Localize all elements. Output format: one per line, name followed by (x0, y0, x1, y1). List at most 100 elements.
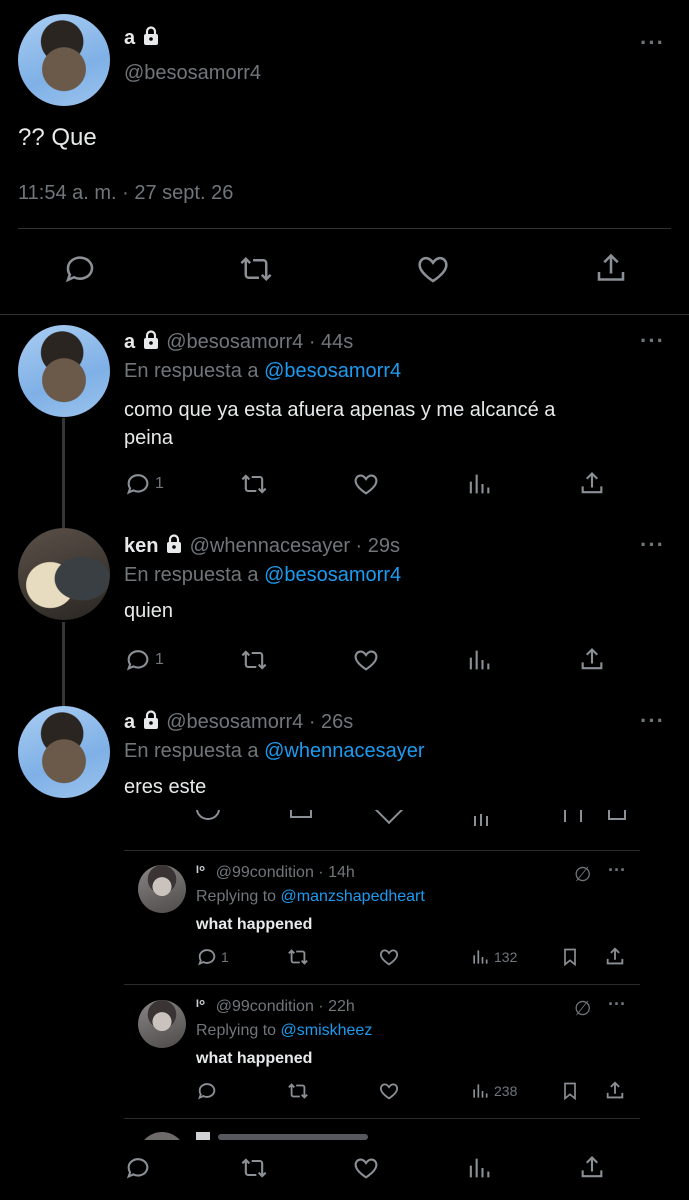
more-options-icon[interactable]: ··· (640, 534, 665, 556)
author-handle[interactable]: @besosamorr4 (166, 331, 303, 353)
embedded-header: ᴵ° @99condition · 14h (196, 864, 355, 882)
divider (124, 850, 640, 851)
avatar[interactable] (18, 14, 110, 106)
lock-icon (143, 26, 158, 45)
more-options-icon[interactable]: ··· (640, 710, 665, 732)
main-author-name[interactable]: a (124, 26, 161, 50)
reply-button[interactable]: 1 (124, 470, 164, 498)
divider (0, 314, 689, 315)
embedded-action-bar: 1 132 (124, 946, 640, 970)
author-handle[interactable]: @besosamorr4 (166, 711, 303, 733)
cropped-action-row (124, 810, 640, 826)
reply-to-link[interactable]: @besosamorr4 (264, 360, 401, 382)
embedded-header: ᴵ° @99condition · 22h (196, 998, 355, 1016)
reply-context: En respuesta a @whennacesayer (124, 740, 424, 763)
reply-header: a @besosamorr4 · 44s (124, 330, 353, 354)
bar-chart-icon (469, 650, 490, 670)
reply-context: En respuesta a @besosamorr4 (124, 360, 401, 383)
reply-text: eres este (124, 776, 207, 798)
share-button[interactable] (593, 251, 629, 287)
share-icon (581, 648, 603, 670)
reply-to-link[interactable]: @besosamorr4 (264, 564, 401, 586)
reply-count: 1 (155, 475, 164, 492)
retweet-icon (240, 257, 272, 281)
author-name[interactable]: a (124, 711, 135, 733)
embedded-handle: @99condition (215, 998, 314, 1015)
avatar (138, 865, 186, 913)
heart-icon (378, 1080, 400, 1102)
reply-icon (126, 474, 149, 495)
author-handle[interactable]: @besosamorr4 (124, 62, 261, 85)
grok-icon: ∅ (574, 998, 592, 1020)
bookmark-icon (560, 946, 580, 968)
reply-icon: 1 (196, 946, 229, 968)
tweet-timestamp: 11:54 a. m. · 27 sept. 26 (18, 182, 234, 204)
bookmark-icon (560, 1080, 580, 1102)
reply-header: a @besosamorr4 · 26s (124, 710, 353, 734)
share-icon (581, 1156, 603, 1178)
more-options-icon: ··· (608, 860, 626, 880)
heart-icon (354, 474, 378, 495)
view-count: 132 (494, 949, 518, 965)
views-button[interactable] (465, 646, 493, 674)
reply-action-bar (0, 1154, 689, 1184)
reply-action-bar: 1 (0, 470, 689, 500)
author-handle[interactable]: @whennacesayer (190, 535, 350, 557)
author-name[interactable]: ken (124, 535, 158, 557)
embedded-time: · 14h (318, 864, 355, 881)
retweet-icon (286, 1080, 310, 1102)
retweet-button[interactable] (237, 251, 275, 287)
reply-text: como que ya esta afuera apenas y me alca… (124, 396, 555, 452)
reply-time: · 26s (308, 711, 354, 733)
avatar[interactable] (18, 325, 110, 417)
lock-icon (167, 534, 182, 553)
reply-button[interactable] (124, 1154, 152, 1182)
like-button[interactable] (414, 251, 452, 287)
author-name[interactable]: a (124, 27, 135, 49)
retweet-button[interactable] (238, 646, 270, 674)
share-icon (581, 472, 603, 494)
reply-icon (65, 256, 94, 283)
embedded-action-bar: 238 (124, 1080, 640, 1104)
divider (124, 1118, 640, 1119)
embedded-screenshot: ᴵ° @99condition · 14h ∅ ··· Replying to … (124, 810, 640, 1140)
like-button[interactable] (351, 646, 381, 674)
retweet-icon (286, 946, 310, 968)
retweet-button[interactable] (238, 1154, 270, 1182)
reply-action-bar: 1 (0, 646, 689, 676)
views-button[interactable] (465, 470, 493, 498)
more-options-icon[interactable]: ··· (640, 32, 665, 54)
reply-icon (126, 650, 149, 671)
reply-context: En respuesta a @besosamorr4 (124, 564, 401, 587)
author-name[interactable]: a (124, 331, 135, 353)
reply-count: 1 (155, 651, 164, 668)
retweet-icon (241, 474, 267, 494)
share-button[interactable] (578, 1154, 606, 1182)
embedded-text: what happened (196, 916, 313, 933)
pin-icon: ᴵ° (196, 998, 206, 1015)
reply-button[interactable] (62, 251, 98, 287)
heart-icon (354, 1158, 378, 1179)
avatar[interactable] (18, 528, 110, 620)
reply-prefix: Replying to (196, 1022, 277, 1039)
heart-icon (378, 946, 400, 968)
heart-icon (354, 650, 378, 671)
reply-header: ken @whennacesayer · 29s (124, 534, 400, 558)
reply-text: quien (124, 600, 173, 622)
views-button[interactable] (465, 1154, 493, 1182)
avatar[interactable] (18, 706, 110, 798)
divider (124, 984, 640, 985)
retweet-icon (241, 1158, 267, 1178)
main-action-bar (0, 251, 689, 291)
retweet-icon (241, 650, 267, 670)
more-options-icon[interactable]: ··· (640, 330, 665, 352)
share-button[interactable] (578, 646, 606, 674)
reply-to-link[interactable]: @whennacesayer (264, 740, 424, 762)
share-button[interactable] (578, 470, 606, 498)
reply-button[interactable]: 1 (124, 646, 164, 674)
reply-prefix: En respuesta a (124, 564, 259, 586)
like-button[interactable] (351, 470, 381, 498)
like-button[interactable] (351, 1154, 381, 1182)
share-icon (604, 1080, 626, 1102)
retweet-button[interactable] (238, 470, 270, 498)
